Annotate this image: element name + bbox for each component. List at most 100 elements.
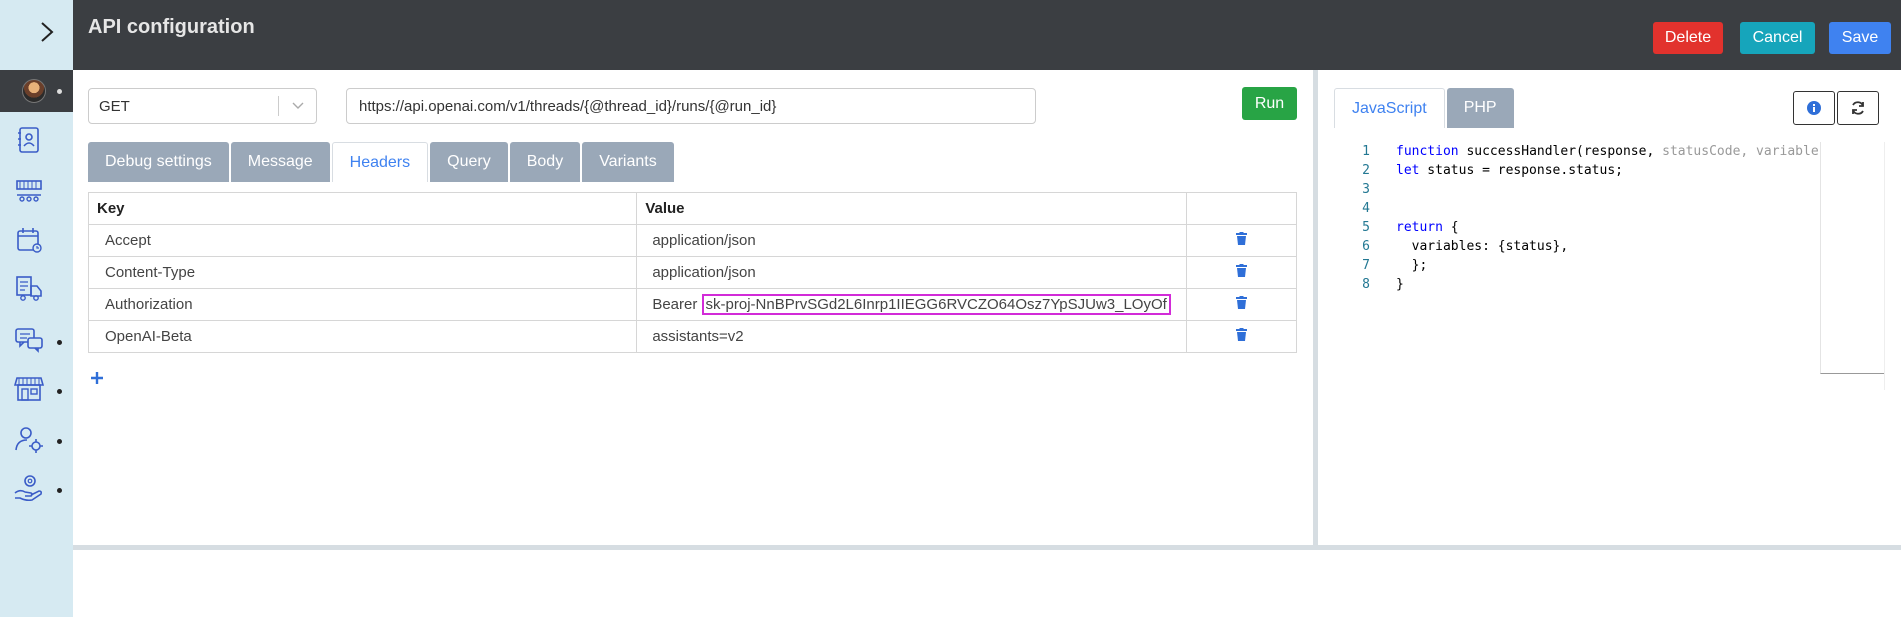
line-number: 7: [1362, 258, 1370, 273]
chevron-right-icon: [40, 22, 53, 42]
status-dot: [57, 439, 62, 444]
header-value-cell[interactable]: application/json: [636, 256, 1188, 289]
request-tabs: Debug settings Message Headers Query Bod…: [88, 142, 676, 182]
bearer-prefix: Bearer: [652, 296, 702, 313]
tab-query[interactable]: Query: [430, 142, 508, 182]
status-dot: [57, 89, 62, 94]
header: API configuration Delete Cancel Save: [73, 0, 1901, 70]
header-key-cell[interactable]: Accept: [87, 224, 638, 257]
delete-row-button[interactable]: [1186, 256, 1297, 289]
delivery-icon: [16, 276, 42, 301]
code-keyword: return: [1396, 220, 1443, 235]
refresh-button[interactable]: [1837, 91, 1879, 125]
line-number: 8: [1362, 277, 1370, 292]
app-root: API configuration Delete Cancel Save GET…: [0, 0, 1901, 617]
code-line: let status = response.status;: [1396, 161, 1818, 180]
code-editor[interactable]: 1 2 3 4 5 6 7 8 function successHandler(…: [1318, 142, 1901, 462]
service-hand-icon: [14, 475, 43, 502]
status-dot: [57, 488, 62, 493]
code-keyword: function: [1396, 144, 1459, 159]
code-text: variables: {status},: [1396, 239, 1569, 254]
sidebar-item-production[interactable]: [14, 176, 44, 206]
delete-button[interactable]: Delete: [1653, 22, 1723, 54]
chevron-down-icon[interactable]: [279, 102, 316, 110]
sidebar-item-store[interactable]: [14, 374, 44, 404]
header-key-cell[interactable]: Content-Type: [87, 256, 638, 289]
refresh-icon: [1852, 101, 1864, 115]
sidebar-item-chat[interactable]: [14, 325, 44, 355]
tab-headers[interactable]: Headers: [331, 142, 429, 182]
chat-icon: [15, 328, 43, 353]
sidebar-item-calendar[interactable]: [14, 225, 44, 255]
sidebar-item-user-settings[interactable]: [14, 424, 44, 454]
save-button[interactable]: Save: [1829, 22, 1891, 54]
header-key-cell[interactable]: Authorization: [87, 288, 638, 321]
add-header-button[interactable]: [87, 368, 107, 388]
tab-javascript[interactable]: JavaScript: [1334, 88, 1445, 128]
method-select[interactable]: GET: [88, 88, 317, 124]
request-panel: GET Run Debug settings Message Headers Q…: [73, 70, 1315, 545]
user-settings-icon: [15, 427, 43, 453]
line-number: 5: [1362, 220, 1370, 235]
code-keyword: let: [1396, 163, 1420, 178]
parameter-hint: statusCode, variables,: [1662, 144, 1818, 159]
line-number: 4: [1362, 201, 1370, 216]
sidebar: [0, 0, 73, 617]
column-header-key: Key: [87, 192, 638, 225]
sidebar-item-service[interactable]: [14, 473, 44, 503]
delete-row-button[interactable]: [1186, 288, 1297, 321]
tab-body[interactable]: Body: [509, 142, 581, 182]
line-numbers: 1 2 3 4 5 6 7 8: [1318, 142, 1370, 294]
code-line: };: [1396, 256, 1818, 275]
delete-row-button[interactable]: [1186, 320, 1297, 353]
code-line: variables: {status},: [1396, 237, 1818, 256]
header-value-cell[interactable]: application/json: [636, 224, 1188, 257]
code-text: {: [1442, 220, 1459, 235]
header-value-cell[interactable]: Bearer sk-proj-NnBPrvSGd2L6Inrp1IIEGG6RV…: [636, 288, 1188, 321]
avatar[interactable]: [22, 79, 46, 103]
store-icon: [14, 377, 44, 401]
conveyor-icon: [16, 180, 42, 202]
trash-icon: [1236, 264, 1248, 277]
calendar-icon: [17, 228, 42, 253]
sidebar-item-contacts[interactable]: [14, 125, 44, 155]
page-title: API configuration: [88, 16, 255, 38]
horizontal-splitter[interactable]: [73, 545, 1901, 550]
tab-message[interactable]: Message: [230, 142, 330, 182]
sidebar-toggle[interactable]: [0, 0, 73, 64]
table-row: Authorization Bearer sk-proj-NnBPrvSGd2L…: [87, 288, 1297, 321]
delete-row-button[interactable]: [1186, 224, 1297, 257]
contacts-icon: [18, 127, 39, 153]
cancel-button[interactable]: Cancel: [1740, 22, 1815, 54]
table-row: Accept application/json: [87, 224, 1297, 257]
code-lines[interactable]: function successHandler(response, status…: [1396, 142, 1818, 294]
code-line: return {: [1396, 218, 1818, 237]
column-header-value: Value: [636, 192, 1188, 225]
header-value-cell[interactable]: assistants=v2: [636, 320, 1188, 353]
status-dot: [57, 340, 62, 345]
headers-table: Key Value Accept application/json Conten…: [87, 192, 1297, 353]
tab-debug-settings[interactable]: Debug settings: [88, 142, 229, 182]
sidebar-item-delivery[interactable]: [14, 273, 44, 303]
info-button[interactable]: [1793, 91, 1835, 125]
editor-scrollbar[interactable]: [1884, 142, 1901, 390]
column-header-actions: [1186, 192, 1297, 225]
url-input[interactable]: [346, 88, 1036, 124]
api-key-highlight: sk-proj-NnBPrvSGd2L6Inrp1IIEGG6RVCZO64Os…: [701, 294, 1171, 315]
info-icon: [1807, 101, 1821, 115]
line-number: 2: [1362, 163, 1370, 178]
tab-variants[interactable]: Variants: [582, 142, 674, 182]
run-button[interactable]: Run: [1242, 87, 1297, 120]
code-text: status = response.status;: [1419, 163, 1623, 178]
table-row: OpenAI-Beta assistants=v2: [87, 320, 1297, 353]
tab-php[interactable]: PHP: [1446, 88, 1514, 128]
code-line: function successHandler(response, status…: [1396, 142, 1818, 161]
code-tabs: JavaScript PHP: [1334, 88, 1516, 128]
editor-minimap[interactable]: [1820, 142, 1884, 374]
status-dot: [57, 389, 62, 394]
code-text: };: [1396, 258, 1428, 273]
header-key-cell[interactable]: OpenAI-Beta: [87, 320, 638, 353]
user-profile[interactable]: [0, 70, 73, 112]
